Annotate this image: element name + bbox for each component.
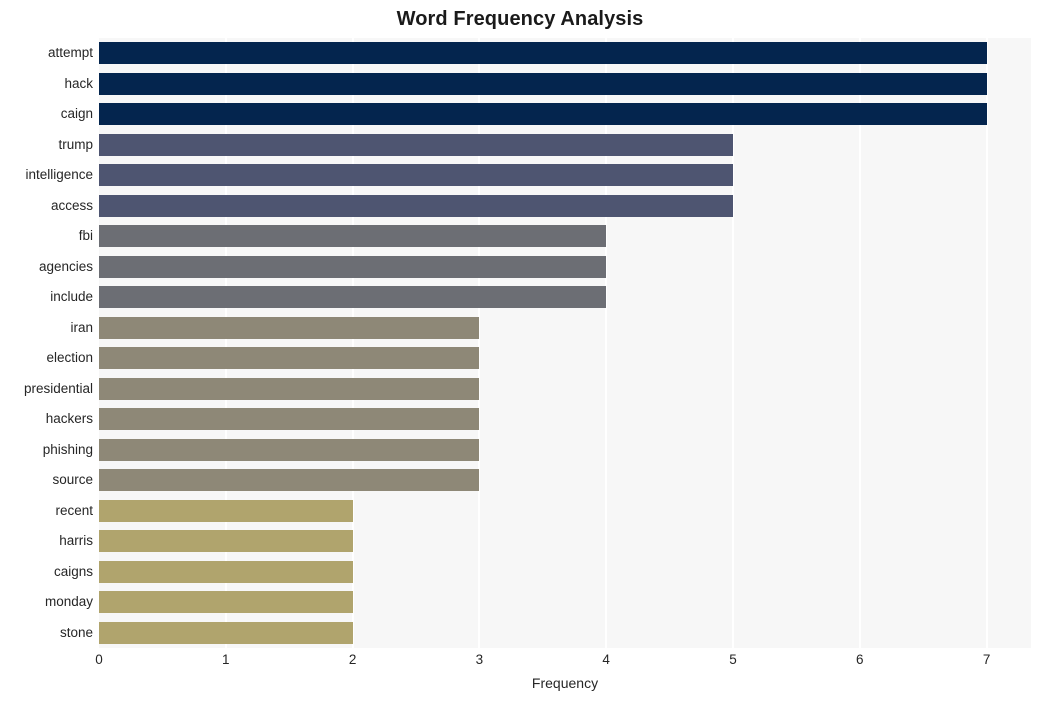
y-tick-label-monday: monday	[44, 594, 93, 610]
bar-row	[99, 255, 1031, 278]
x-tick-label-1: 1	[222, 652, 230, 667]
y-tick-label-election: election	[46, 350, 93, 366]
bar-phishing[interactable]	[99, 438, 480, 461]
bar-row	[99, 194, 1031, 217]
y-tick-label-caign: caign	[60, 106, 93, 122]
x-tick-label-2: 2	[348, 652, 357, 667]
bar-trump[interactable]	[99, 133, 733, 156]
bar-row	[99, 377, 1031, 400]
y-tick-label-hack: hack	[64, 75, 93, 91]
bar-recent[interactable]	[99, 499, 353, 522]
bar-row	[99, 438, 1031, 461]
y-tick-label-harris: harris	[59, 533, 93, 549]
bar-caigns[interactable]	[99, 560, 353, 583]
bar-row	[99, 347, 1031, 370]
y-tick-label-fbi: fbi	[78, 228, 93, 244]
y-tick-label-agencies: agencies	[38, 258, 93, 274]
x-tick-label-4: 4	[602, 652, 610, 667]
bar-attempt[interactable]	[99, 42, 987, 65]
bar-iran[interactable]	[99, 316, 480, 339]
x-tick-label-7: 7	[982, 652, 991, 667]
y-tick-label-phishing: phishing	[42, 441, 93, 457]
x-tick-label-3: 3	[475, 652, 484, 667]
bar-row	[99, 42, 1031, 65]
bar-row	[99, 560, 1031, 583]
y-tick-label-access: access	[50, 197, 93, 213]
y-tick-label-recent: recent	[55, 502, 93, 518]
y-tick-label-include: include	[50, 289, 93, 305]
bar-row	[99, 225, 1031, 248]
bar-agencies[interactable]	[99, 255, 607, 278]
bar-row	[99, 72, 1031, 95]
bar-row	[99, 469, 1031, 492]
y-tick-label-caigns: caigns	[53, 563, 93, 579]
bar-stone[interactable]	[99, 621, 353, 644]
bar-caign[interactable]	[99, 103, 987, 126]
bar-row	[99, 103, 1031, 126]
x-tick-label-0: 0	[95, 652, 103, 667]
bar-harris[interactable]	[99, 530, 353, 553]
bar-hack[interactable]	[99, 72, 987, 95]
x-tick-label-5: 5	[729, 652, 737, 667]
bar-row	[99, 591, 1031, 614]
bar-monday[interactable]	[99, 591, 353, 614]
bar-row	[99, 286, 1031, 309]
word-frequency-chart: Word Frequency Analysis attempt hack caign…	[0, 0, 1040, 701]
x-axis-title: Frequency	[531, 675, 599, 691]
bar-row	[99, 408, 1031, 431]
plot-area	[99, 38, 1031, 648]
bar-election[interactable]	[99, 347, 480, 370]
bar-include[interactable]	[99, 286, 607, 309]
bar-presidential[interactable]	[99, 377, 480, 400]
y-axis: attempt hack caign trump intelligence access f…	[0, 38, 93, 648]
y-tick-label-trump: trump	[58, 136, 93, 152]
bar-row	[99, 316, 1031, 339]
x-tick-label-6: 6	[856, 652, 864, 667]
bar-fbi[interactable]	[99, 225, 607, 248]
y-tick-label-iran: iran	[70, 319, 93, 335]
bar-row	[99, 133, 1031, 156]
bar-row	[99, 499, 1031, 522]
chart-title: Word Frequency Analysis	[396, 8, 644, 30]
y-tick-label-stone: stone	[59, 624, 93, 640]
bar-hackers[interactable]	[99, 408, 480, 431]
bar-source[interactable]	[99, 469, 480, 492]
bars-layer	[99, 38, 1031, 648]
y-tick-label-source: source	[52, 472, 93, 488]
y-tick-label-hackers: hackers	[45, 411, 93, 427]
bar-row	[99, 621, 1031, 644]
y-tick-label-presidential: presidential	[23, 380, 93, 396]
y-tick-label-intelligence: intelligence	[25, 167, 93, 183]
y-tick-label-attempt: attempt	[47, 45, 93, 61]
bar-row	[99, 164, 1031, 187]
bar-intelligence[interactable]	[99, 164, 733, 187]
x-axis: 0 1 2 3 4 5 6 7	[95, 648, 1031, 672]
bar-row	[99, 530, 1031, 553]
bar-access[interactable]	[99, 194, 733, 217]
